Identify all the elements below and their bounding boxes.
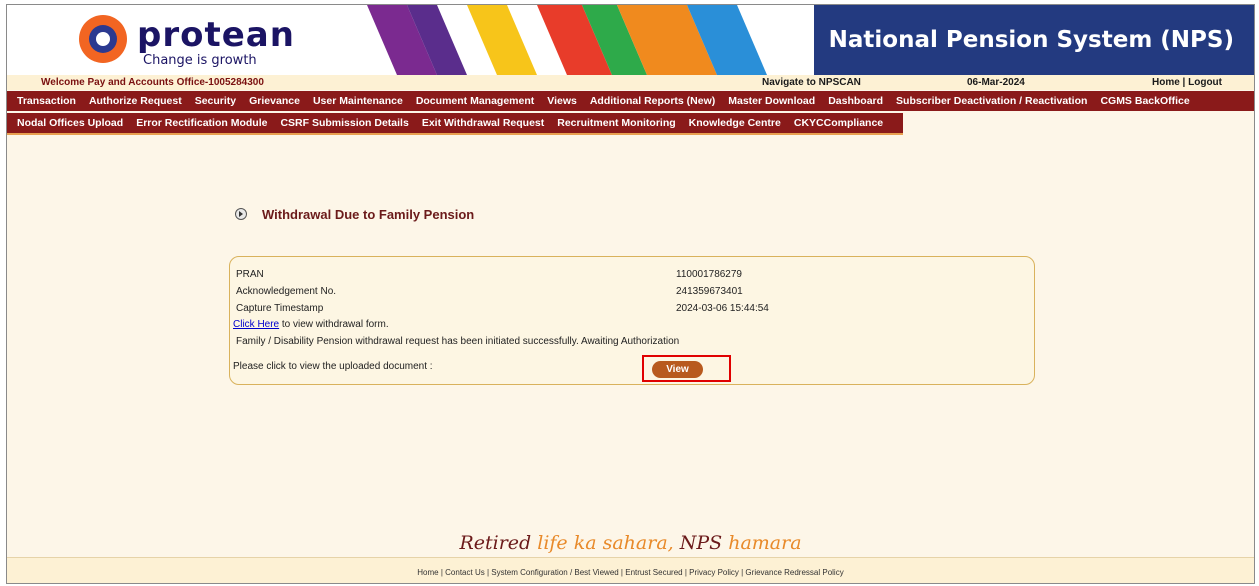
menu-row1-item[interactable]: User Maintenance bbox=[313, 95, 403, 107]
menu-row1-item[interactable]: Additional Reports (New) bbox=[590, 95, 715, 107]
menu-row1-item[interactable]: Authorize Request bbox=[89, 95, 182, 107]
click-here-link[interactable]: Click Here bbox=[233, 319, 279, 330]
timestamp-label: Capture Timestamp bbox=[236, 303, 324, 314]
menu-row2-item[interactable]: Nodal Offices Upload bbox=[17, 117, 123, 129]
section-heading: Withdrawal Due to Family Pension bbox=[235, 207, 474, 222]
timestamp-value: 2024-03-06 15:44:54 bbox=[676, 303, 769, 314]
site-header: protean Change is growth National Pensio… bbox=[7, 5, 1254, 75]
menu-row1-item[interactable]: Grievance bbox=[249, 95, 300, 107]
pran-value: 110001786279 bbox=[676, 269, 742, 280]
protean-logo[interactable]: protean Change is growth bbox=[79, 13, 319, 69]
logo-tagline: Change is growth bbox=[143, 53, 257, 68]
ack-value: 241359673401 bbox=[676, 286, 743, 297]
menu-row2-item[interactable]: CSRF Submission Details bbox=[280, 117, 408, 129]
menu-row2-item[interactable]: Exit Withdrawal Request bbox=[422, 117, 544, 129]
view-button-highlight: View bbox=[642, 355, 731, 382]
nps-slogan: Retired life ka sahara, NPS hamara bbox=[7, 532, 1254, 554]
menu-row1-item[interactable]: Dashboard bbox=[828, 95, 883, 107]
status-message: Family / Disability Pension withdrawal r… bbox=[236, 336, 680, 347]
withdrawal-form-row: Click Here to view withdrawal form. bbox=[233, 319, 389, 330]
navigate-npscan-link[interactable]: Navigate to NPSCAN bbox=[762, 77, 861, 88]
protean-emblem-icon bbox=[79, 15, 127, 63]
welcome-text: Welcome Pay and Accounts Office-10052843… bbox=[41, 77, 264, 88]
menu-row1-item[interactable]: Subscriber Deactivation / Reactivation bbox=[896, 95, 1087, 107]
main-menu-row1: Transaction Authorize Request Security Grie… bbox=[7, 91, 1254, 111]
menu-row2-item[interactable]: Error Rectification Module bbox=[136, 117, 267, 129]
slogan-part1: Retired bbox=[459, 532, 538, 554]
site-title: National Pension System (NPS) bbox=[814, 5, 1254, 75]
slogan-part2: life ka sahara, bbox=[537, 532, 680, 554]
main-menu-row2: Nodal Offices Upload Error Rectification … bbox=[7, 113, 903, 135]
upload-prompt: Please click to view the uploaded docume… bbox=[233, 361, 433, 372]
home-logout-links[interactable]: Home | Logout bbox=[1152, 77, 1222, 88]
menu-row1-item[interactable]: Master Download bbox=[728, 95, 815, 107]
menu-row2-item[interactable]: Recruitment Monitoring bbox=[557, 117, 675, 129]
click-here-suffix: to view withdrawal form. bbox=[279, 319, 389, 330]
footer-links[interactable]: Home | Contact Us | System Configuration… bbox=[7, 557, 1254, 583]
menu-row2-item[interactable]: CKYCCompliance bbox=[794, 117, 883, 129]
menu-row1-item[interactable]: Security bbox=[195, 95, 236, 107]
view-document-button[interactable]: View bbox=[652, 361, 703, 378]
info-bar: Welcome Pay and Accounts Office-10052843… bbox=[7, 75, 1254, 90]
menu-row1-item[interactable]: Transaction bbox=[17, 95, 76, 107]
withdrawal-details-panel: PRAN 110001786279 Acknowledgement No. 24… bbox=[229, 256, 1035, 385]
slogan-part4: hamara bbox=[728, 532, 802, 554]
browser-frame: protean Change is growth National Pensio… bbox=[6, 4, 1255, 584]
menu-row1-item[interactable]: Document Management bbox=[416, 95, 534, 107]
ack-label: Acknowledgement No. bbox=[236, 286, 337, 297]
arrow-bullet-icon bbox=[235, 208, 247, 220]
pran-label: PRAN bbox=[236, 269, 264, 280]
menu-row1-item[interactable]: Views bbox=[547, 95, 577, 107]
current-date: 06-Mar-2024 bbox=[967, 77, 1025, 88]
section-title-text: Withdrawal Due to Family Pension bbox=[262, 207, 475, 222]
logo-name: protean bbox=[137, 15, 295, 55]
slogan-part3: NPS bbox=[679, 532, 729, 554]
menu-row2-item[interactable]: Knowledge Centre bbox=[689, 117, 781, 129]
menu-row1-item[interactable]: CGMS BackOffice bbox=[1100, 95, 1189, 107]
